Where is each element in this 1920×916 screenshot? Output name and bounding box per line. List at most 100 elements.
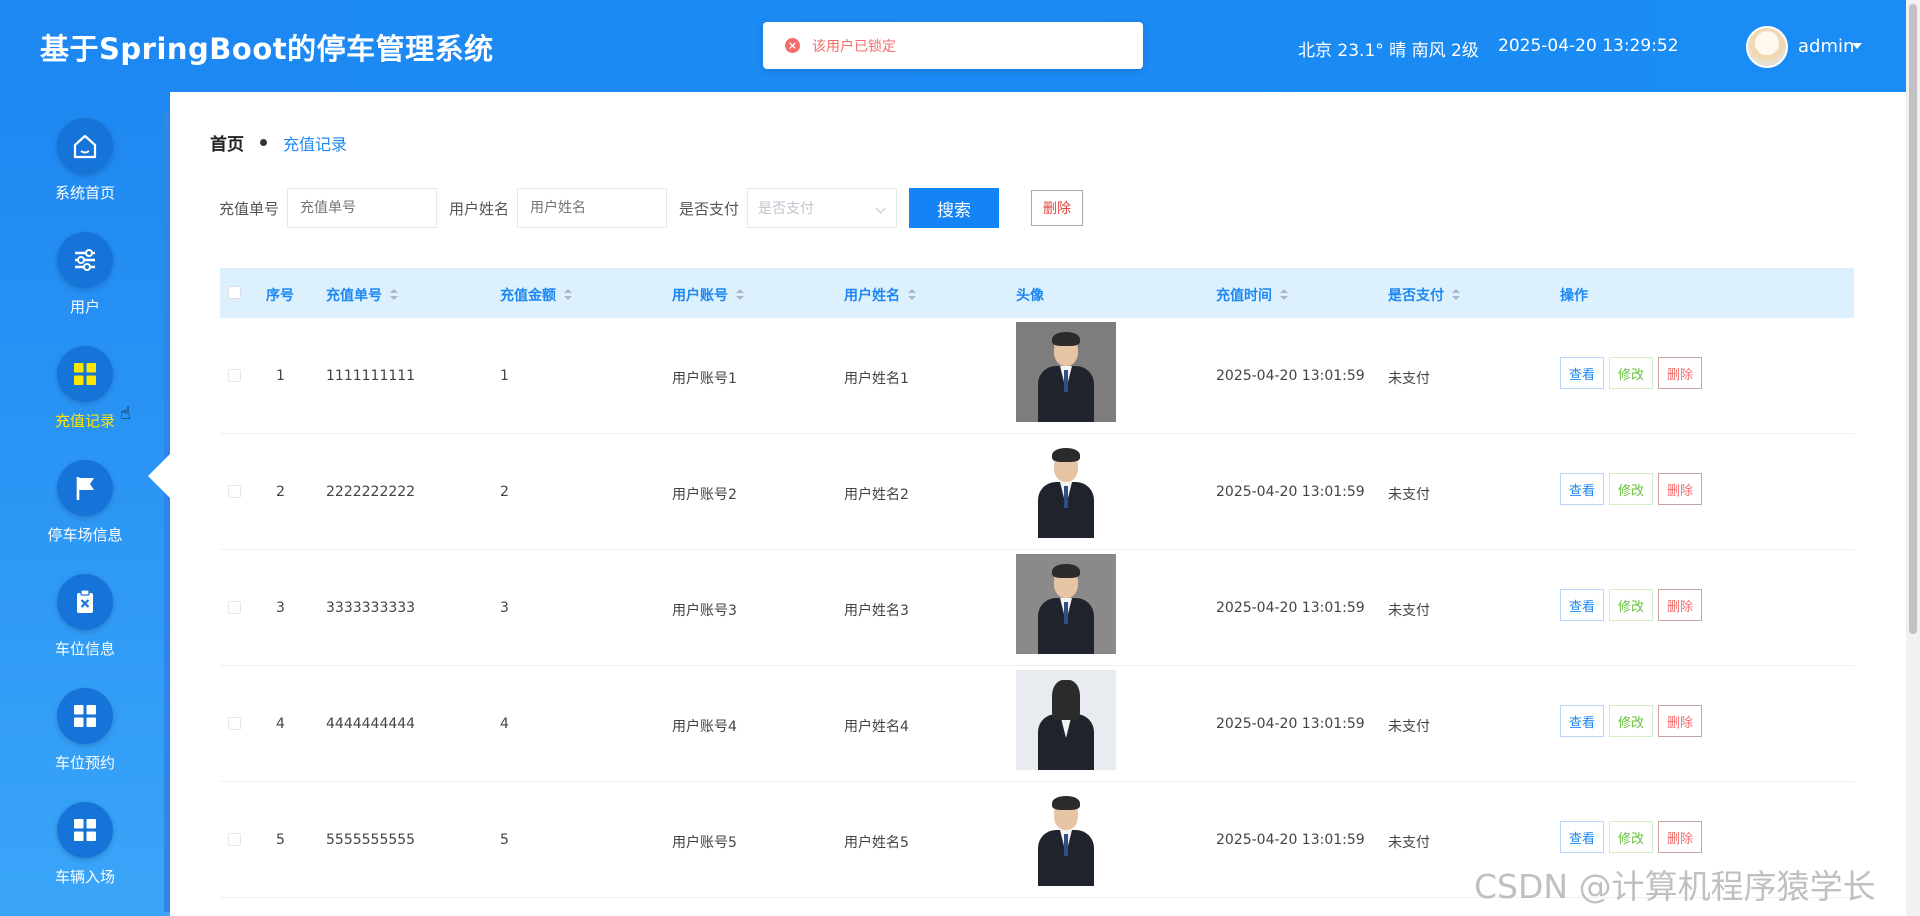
col-amount[interactable]: 充值金额 [500,285,572,305]
breadcrumb: 首页 充值记录 [210,130,348,156]
batch-delete-button[interactable]: 删除 [1031,190,1084,226]
page-scrollbar-thumb[interactable] [1909,4,1917,634]
row-actions: 查看 修改 删除 [1560,473,1707,505]
grid-icon [57,802,113,858]
cell-paid: 未支付 [1388,835,1430,851]
top-header: 基于SpringBoot的停车管理系统 × 该用户已锁定 北京 23.1° 晴 … [0,0,1906,92]
search-bar: 充值单号 用户姓名 是否支付 是否支付 搜索 删除 [219,188,1084,228]
view-button[interactable]: 查看 [1560,705,1605,737]
sidebar-item-parking-lot[interactable]: 停车场信息 [0,460,170,570]
row-actions: 查看 修改 删除 [1560,821,1707,853]
sidebar-item-recharge[interactable]: 充值记录 [0,346,170,456]
col-account[interactable]: 用户账号 [672,285,744,305]
view-button[interactable]: 查看 [1560,473,1605,505]
cell-amount: 3 [500,600,509,616]
col-avatar-label: 头像 [1016,288,1044,304]
row-actions: 查看 修改 删除 [1560,589,1707,621]
sidebar-item-reservation[interactable]: 车位预约 [0,688,170,798]
grid-icon [57,688,113,744]
sort-icon[interactable] [1280,289,1288,301]
order-search-input[interactable] [287,188,438,228]
delete-button[interactable]: 删除 [1658,357,1703,389]
sidebar-item-label: 车位预约 [54,754,115,772]
edit-button[interactable]: 修改 [1609,589,1654,621]
row-checkbox[interactable] [228,601,241,614]
name-search-input[interactable] [517,188,668,228]
sort-icon[interactable] [564,289,572,301]
table-header: 序号 充值单号 充值金额 用户账号 用户姓名 头像 充值时间 是否支付 操作 [220,268,1854,318]
sort-icon[interactable] [736,289,744,301]
col-amount-label: 充值金额 [500,288,556,304]
row-checkbox[interactable] [228,717,241,730]
chevron-down-icon[interactable] [1852,43,1862,49]
weather-info: 北京 23.1° 晴 南风 2级 [1298,41,1479,61]
edit-button[interactable]: 修改 [1609,473,1654,505]
row-checkbox[interactable] [228,369,241,382]
table-row: 2 2222222222 2 用户账号2 用户姓名2 2025-04-20 13… [220,434,1854,550]
cell-index: 5 [276,832,285,848]
hand-cursor-icon: ☝ [120,403,131,424]
error-icon: × [785,38,800,53]
col-time[interactable]: 充值时间 [1216,285,1288,305]
grid-icon [57,346,113,402]
user-menu[interactable]: admin [1798,36,1854,57]
cell-time: 2025-04-20 13:01:59 [1216,600,1365,616]
edit-button[interactable]: 修改 [1609,357,1654,389]
cell-account: 用户账号5 [672,835,737,851]
sidebar-item-home[interactable]: 系统首页 [0,118,170,228]
cell-amount: 4 [500,716,509,732]
breadcrumb-home[interactable]: 首页 [210,130,244,155]
col-paid-label: 是否支付 [1388,288,1444,304]
sidebar-item-label: 系统首页 [54,184,115,202]
col-name[interactable]: 用户姓名 [844,285,916,305]
cell-name: 用户姓名1 [844,371,909,387]
edit-button[interactable]: 修改 [1609,705,1654,737]
row-checkbox[interactable] [228,485,241,498]
cell-index: 2 [276,484,285,500]
sort-icon[interactable] [908,289,916,301]
sidebar-item-users[interactable]: 用户 [0,232,170,342]
table-row: 1 1111111111 1 用户账号1 用户姓名1 2025-04-20 13… [220,318,1854,434]
col-paid[interactable]: 是否支付 [1388,285,1460,305]
app-title: 基于SpringBoot的停车管理系统 [40,32,494,66]
sort-icon[interactable] [1452,289,1460,301]
col-order-label: 充值单号 [326,288,382,304]
search-button[interactable]: 搜索 [909,188,1000,228]
avatar-photo[interactable] [1016,670,1116,770]
cell-order: 1111111111 [326,368,416,384]
avatar-photo[interactable] [1016,438,1116,538]
page-scrollbar[interactable] [1906,0,1920,916]
active-indicator [148,454,170,498]
avatar-photo[interactable] [1016,786,1116,886]
cell-time: 2025-04-20 13:01:59 [1216,368,1365,384]
breadcrumb-current: 充值记录 [283,134,348,154]
avatar-photo[interactable] [1016,554,1116,654]
clipboard-x-icon [57,574,113,630]
sidebar-item-space-info[interactable]: 车位信息 [0,574,170,684]
sidebar-item-label: 停车场信息 [47,526,123,544]
view-button[interactable]: 查看 [1560,589,1605,621]
delete-button[interactable]: 删除 [1658,821,1703,853]
edit-button[interactable]: 修改 [1609,821,1654,853]
sidebar-item-vehicle-entry[interactable]: 车辆入场 [0,802,170,912]
delete-button[interactable]: 删除 [1658,473,1703,505]
paid-select[interactable]: 是否支付 [747,188,898,228]
avatar-photo[interactable] [1016,322,1116,422]
sort-icon[interactable] [390,289,398,301]
col-name-label: 用户姓名 [844,288,900,304]
delete-button[interactable]: 删除 [1658,589,1703,621]
cell-paid: 未支付 [1388,371,1430,387]
cell-order: 5555555555 [326,832,416,848]
delete-button[interactable]: 删除 [1658,705,1703,737]
row-checkbox[interactable] [228,833,241,846]
cell-account: 用户账号3 [672,603,737,619]
user-avatar[interactable] [1746,26,1788,68]
sliders-icon [57,232,113,288]
select-all-checkbox[interactable] [228,286,241,299]
view-button[interactable]: 查看 [1560,357,1605,389]
main-content: 首页 充值记录 充值单号 用户姓名 是否支付 是否支付 搜索 删除 序号 充值单… [170,92,1906,916]
col-order[interactable]: 充值单号 [326,285,398,305]
cell-account: 用户账号4 [672,719,737,735]
view-button[interactable]: 查看 [1560,821,1605,853]
flag-icon [57,460,113,516]
